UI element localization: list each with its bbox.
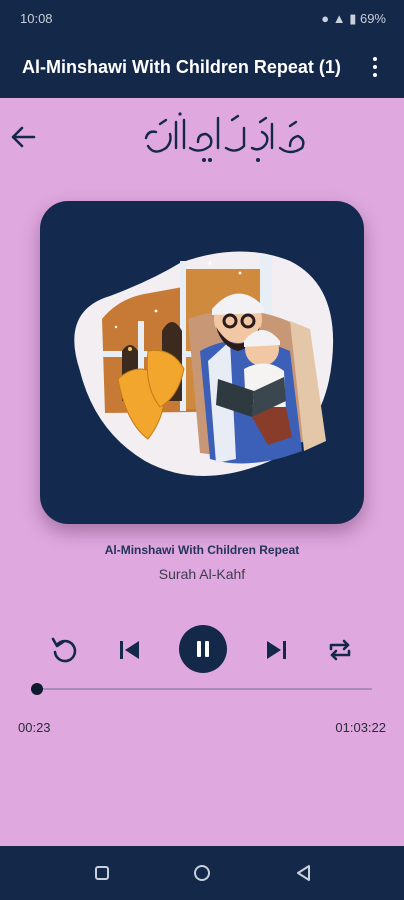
pause-icon[interactable]: [179, 625, 227, 673]
arrow-back-icon[interactable]: [8, 122, 38, 152]
home-icon[interactable]: [192, 863, 212, 883]
status-indicators: ● ▲ ▮ 69%: [321, 11, 386, 26]
status-time: 10:08: [20, 11, 53, 26]
recent-apps-icon[interactable]: [92, 863, 112, 883]
seek-bar[interactable]: [31, 683, 372, 695]
app-title: Al-Minshawi With Children Repeat (1): [22, 57, 341, 77]
status-bar: 10:08 ● ▲ ▮ 69%: [0, 0, 404, 36]
total-time: 01:03:22: [335, 720, 386, 735]
more-vert-icon[interactable]: [360, 52, 390, 82]
track-subtitle: Surah Al-Kahf: [158, 566, 246, 582]
elapsed-time: 00:23: [18, 720, 51, 735]
skip-next-icon[interactable]: [258, 632, 294, 668]
track-title: Al-Minshawi With Children Repeat: [104, 543, 300, 557]
nav-back-icon[interactable]: [294, 863, 314, 883]
repeat-icon[interactable]: [322, 632, 358, 668]
album-artwork: [40, 201, 364, 524]
surah-calligraphy: [140, 108, 310, 170]
seek-thumb[interactable]: [31, 683, 44, 695]
replay-icon[interactable]: [46, 632, 82, 668]
app-bar: Al-Minshawi With Children Repeat (1): [0, 36, 404, 98]
system-nav-bar: [0, 846, 404, 900]
playback-controls: [0, 622, 404, 676]
seek-track: [32, 688, 372, 690]
skip-previous-icon[interactable]: [112, 632, 148, 668]
